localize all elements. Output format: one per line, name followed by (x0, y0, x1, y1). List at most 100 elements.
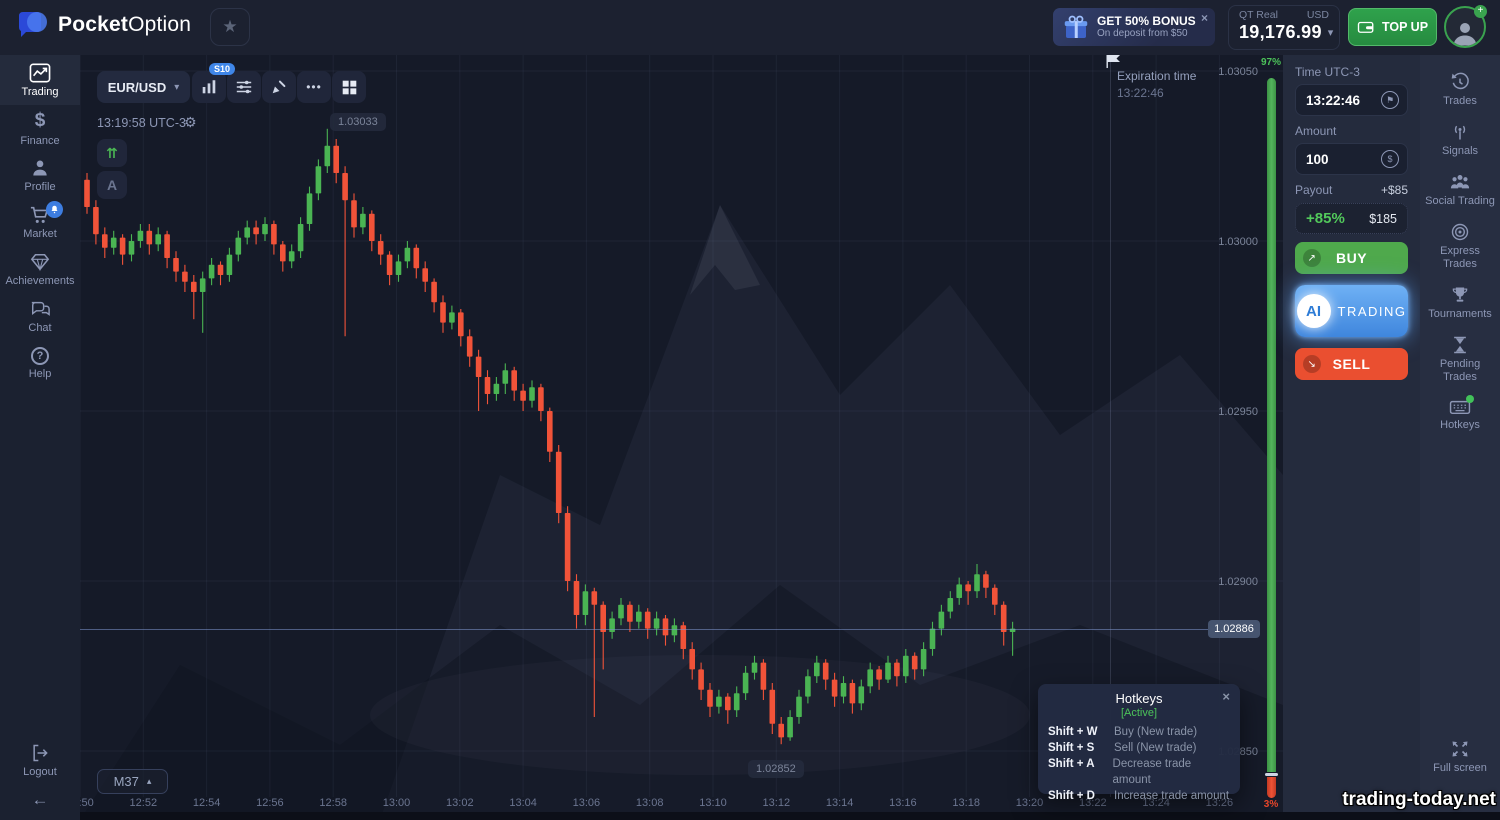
candle-body (761, 663, 767, 690)
buy-button[interactable]: ↗ BUY (1295, 242, 1408, 274)
hotkey-combo: Shift + A (1048, 756, 1113, 788)
sidebar-item-signals[interactable]: Signals (1420, 115, 1500, 165)
x-tick-label: 12:50 (80, 797, 94, 809)
candle-body (859, 686, 865, 703)
sliders-icon (235, 78, 253, 96)
indicators-button[interactable] (227, 71, 261, 103)
signals-icon (1450, 122, 1470, 142)
candle-body (378, 241, 384, 255)
fullscreen-button[interactable]: Full screen (1420, 732, 1500, 782)
balance-selector[interactable]: QT Real USD 19,176.99 ▾ (1228, 5, 1340, 50)
bonus-close-icon[interactable]: × (1201, 11, 1208, 25)
trading-chart-icon (29, 63, 51, 83)
star-icon: ★ (222, 17, 237, 37)
candle-body (930, 629, 936, 649)
sell-button[interactable]: ↘ SELL (1295, 348, 1408, 380)
double-up-arrows-icon: ⇈ (106, 145, 118, 162)
sidebar-item-hotkeys[interactable]: Hotkeys (1420, 391, 1500, 439)
top-up-button[interactable]: TOP UP (1348, 8, 1437, 46)
x-tick-label: 13:10 (699, 797, 727, 809)
sidebar-item-finance[interactable]: $ Finance (0, 105, 80, 152)
x-tick-label: 12:58 (319, 797, 347, 809)
brand-logo[interactable]: PocketOption (16, 10, 191, 40)
expiration-time: 13:22:46 (1117, 86, 1164, 100)
sidebar-item-trades[interactable]: Trades (1420, 65, 1500, 115)
hotkey-row: Shift + W Buy (New trade) (1048, 724, 1230, 740)
sidebar-item-label: Signals (1442, 145, 1478, 158)
sidebar-item-achievements[interactable]: Achievements (0, 246, 80, 293)
candle-body (129, 241, 135, 255)
candle-body (431, 282, 437, 302)
amount-input[interactable]: 100 $ (1295, 143, 1408, 175)
candle-body (814, 663, 820, 677)
candle-body (921, 649, 927, 669)
candle-body (298, 224, 304, 251)
candle-body (876, 669, 882, 679)
payout-row: Payout +$85 (1295, 183, 1408, 197)
annotation-button[interactable]: A (97, 171, 127, 199)
x-tick-label: 12:56 (256, 797, 284, 809)
bonus-banner[interactable]: GET 50% BONUS On deposit from $50 × (1053, 8, 1215, 46)
sentiment-bar-sellers (1267, 777, 1276, 798)
interval-selector[interactable]: M37 ▴ (97, 769, 168, 794)
collapse-sidebar-icon[interactable]: ← (0, 784, 80, 820)
candle-body (120, 238, 126, 255)
x-tick-label: 13:16 (889, 797, 917, 809)
auto-scroll-button[interactable]: ⇈ (97, 139, 127, 167)
ai-trading-button[interactable]: AI TRADING (1295, 285, 1408, 337)
expiration-time-input[interactable]: 13:22:46 ⚑ (1295, 84, 1408, 116)
sidebar-item-market[interactable]: Market (0, 199, 80, 246)
candle-body (992, 588, 998, 605)
sidebar-item-chat[interactable]: Chat (0, 293, 80, 340)
avatar-add-icon: + (1474, 5, 1487, 18)
hotkeys-active-dot (1466, 395, 1474, 403)
sidebar-item-express-trades[interactable]: Express Trades (1420, 215, 1500, 278)
sidebar-item-profile[interactable]: Profile (0, 152, 80, 199)
layout-button[interactable] (332, 71, 366, 103)
sidebar-item-social-trading[interactable]: Social Trading (1420, 165, 1500, 215)
y-tick-label: 1.03000 (1218, 236, 1258, 248)
sidebar-item-help[interactable]: ? Help (0, 340, 80, 387)
expiration-flag-icon (1106, 55, 1121, 69)
candle-body (956, 584, 962, 598)
sidebar-item-label: Trades (1443, 95, 1477, 108)
payout-box: +85% $185 (1295, 203, 1408, 234)
close-icon[interactable]: × (1222, 689, 1230, 704)
time-label: Time UTC-3 (1295, 65, 1408, 79)
symbol-selector[interactable]: EUR/USD ▾ (97, 71, 190, 103)
candle-body (654, 618, 660, 628)
brand-light: Option (128, 13, 191, 36)
x-tick-label: 13:00 (383, 797, 411, 809)
more-tools-button[interactable]: ••• (297, 71, 331, 103)
sidebar-item-label: Market (23, 228, 57, 240)
x-tick-label: 13:14 (826, 797, 854, 809)
sidebar-item-tournaments[interactable]: Tournaments (1420, 278, 1500, 328)
arrow-down-right-icon: ↘ (1303, 355, 1321, 373)
logout-button[interactable]: Logout (0, 737, 80, 784)
gear-icon[interactable]: ⚙ (184, 114, 197, 131)
fullscreen-icon (1450, 739, 1470, 759)
x-tick-label: 13:08 (636, 797, 664, 809)
ai-logo: AI (1297, 294, 1331, 328)
candle-body (974, 574, 980, 591)
favorite-star-button[interactable]: ★ (210, 8, 250, 46)
candle-body (592, 591, 598, 605)
candle-body (734, 693, 740, 710)
fullscreen-label: Full screen (1433, 762, 1487, 775)
flag-icon[interactable]: ⚑ (1381, 91, 1399, 109)
x-tick-label: 13:18 (952, 797, 980, 809)
dollar-icon[interactable]: $ (1381, 150, 1399, 168)
arrow-up-right-icon: ↗ (1303, 249, 1321, 267)
candle-body (307, 193, 313, 224)
currency-label: USD (1307, 9, 1329, 21)
drawing-tools-button[interactable] (262, 71, 296, 103)
chart-type-button[interactable] (192, 71, 226, 103)
y-tick-label: 1.02900 (1218, 576, 1258, 588)
brush-icon (270, 78, 288, 96)
candle-body (627, 605, 633, 622)
sidebar-item-trading[interactable]: Trading (0, 55, 80, 105)
candle-body (841, 683, 847, 697)
candle-body (538, 387, 544, 411)
sidebar-item-pending-trades[interactable]: Pending Trades (1420, 328, 1500, 391)
logout-icon (30, 743, 50, 763)
